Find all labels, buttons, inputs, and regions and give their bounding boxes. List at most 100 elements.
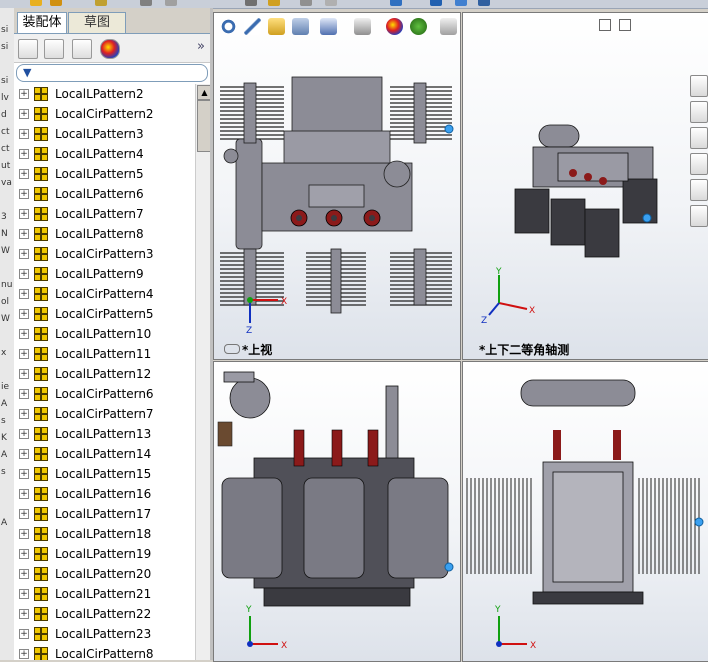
viewport-front[interactable]: X Y [213, 361, 461, 662]
expand-toggle-icon[interactable] [19, 549, 29, 559]
toolbar-icon[interactable] [430, 0, 442, 6]
expand-toggle-icon[interactable] [19, 89, 29, 99]
tree-item[interactable]: LocalLPattern19 [14, 544, 194, 564]
expand-toggle-icon[interactable] [19, 249, 29, 259]
home-icon[interactable] [690, 75, 708, 97]
tree-item[interactable]: LocalLPattern10 [14, 324, 194, 344]
expand-toggle-icon[interactable] [19, 229, 29, 239]
tree-scrollbar[interactable]: ▲ [195, 84, 210, 660]
expand-toggle-icon[interactable] [19, 529, 29, 539]
tree-item[interactable]: LocalCirPattern3 [14, 244, 194, 264]
tree-item[interactable]: LocalLPattern17 [14, 504, 194, 524]
tree-item[interactable]: LocalLPattern18 [14, 524, 194, 544]
expand-toggle-icon[interactable] [19, 489, 29, 499]
tree-item[interactable]: LocalLPattern16 [14, 484, 194, 504]
tree-item[interactable]: LocalLPattern23 [14, 624, 194, 644]
tree-item[interactable]: LocalLPattern4 [14, 144, 194, 164]
toolbar-icon[interactable] [165, 0, 177, 6]
tree-item[interactable]: LocalCirPattern6 [14, 384, 194, 404]
view-link-icon[interactable] [224, 344, 240, 354]
tree-item-label: LocalLPattern20 [55, 567, 152, 581]
expand-toggle-icon[interactable] [19, 189, 29, 199]
expand-toggle-icon[interactable] [19, 609, 29, 619]
expand-toggle-icon[interactable] [19, 269, 29, 279]
tree-item[interactable]: LocalLPattern3 [14, 124, 194, 144]
view-palette-icon[interactable] [690, 153, 708, 175]
toolbar-icon[interactable] [455, 0, 467, 6]
toolbar-icon[interactable] [95, 0, 107, 6]
toolbar-icon[interactable] [30, 0, 42, 6]
feature-tree-icon[interactable] [18, 39, 38, 59]
expand-toggle-icon[interactable] [19, 109, 29, 119]
viewport-right[interactable]: X Y [462, 361, 708, 662]
file-explorer-icon[interactable] [690, 127, 708, 149]
configuration-manager-icon[interactable] [72, 39, 92, 59]
expand-toggle-icon[interactable] [19, 149, 29, 159]
tree-item[interactable]: LocalLPattern9 [14, 264, 194, 284]
expand-toggle-icon[interactable] [19, 409, 29, 419]
expand-toggle-icon[interactable] [19, 209, 29, 219]
expand-toggle-icon[interactable] [19, 329, 29, 339]
toolbar-icon[interactable] [390, 0, 402, 6]
viewport-top[interactable]: X Z *上视 [213, 12, 461, 360]
tree-item[interactable]: LocalCirPattern4 [14, 284, 194, 304]
expand-toggle-icon[interactable] [19, 569, 29, 579]
scroll-thumb[interactable] [197, 100, 210, 152]
tree-item[interactable]: LocalLPattern14 [14, 444, 194, 464]
tree-item[interactable]: LocalLPattern7 [14, 204, 194, 224]
left-edge-text: ct [1, 127, 10, 137]
expand-toggle-icon[interactable] [19, 129, 29, 139]
tree-item[interactable]: LocalLPattern5 [14, 164, 194, 184]
tree-item[interactable]: LocalCirPattern5 [14, 304, 194, 324]
tree-item[interactable]: LocalCirPattern7 [14, 404, 194, 424]
expand-toggle-icon[interactable] [19, 469, 29, 479]
expand-panel-icon[interactable]: » [197, 39, 205, 54]
toolbar-icon[interactable] [300, 0, 312, 6]
toolbar-icon[interactable] [50, 0, 62, 6]
appearance-icon[interactable] [100, 39, 120, 59]
scroll-up-arrow-icon[interactable]: ▲ [197, 85, 210, 100]
toolbar-icon[interactable] [478, 0, 490, 6]
expand-toggle-icon[interactable] [19, 169, 29, 179]
tree-item[interactable]: LocalLPattern20 [14, 564, 194, 584]
tree-item[interactable]: LocalLPattern15 [14, 464, 194, 484]
toolbar-icon[interactable] [325, 0, 337, 6]
appearances-icon[interactable] [690, 179, 708, 201]
filter-field[interactable]: ▼ [16, 64, 208, 82]
expand-toggle-icon[interactable] [19, 429, 29, 439]
filter-icon[interactable]: ▼ [23, 66, 31, 79]
pattern-feature-icon [34, 167, 48, 181]
expand-toggle-icon[interactable] [19, 649, 29, 659]
expand-toggle-icon[interactable] [19, 309, 29, 319]
tree-item[interactable]: LocalLPattern21 [14, 584, 194, 604]
library-icon[interactable] [690, 101, 708, 123]
tree-item[interactable]: LocalLPattern22 [14, 604, 194, 624]
tree-item[interactable]: LocalLPattern11 [14, 344, 194, 364]
viewport-trimetric[interactable]: X Y Z *上下二等角轴测 [462, 12, 708, 360]
tree-item[interactable]: LocalLPattern8 [14, 224, 194, 244]
tree-item[interactable]: LocalCirPattern8 [14, 644, 194, 660]
pattern-feature-icon [34, 267, 48, 281]
tab-assembly[interactable]: 装配体 [17, 12, 67, 33]
expand-toggle-icon[interactable] [19, 589, 29, 599]
tree-item[interactable]: LocalLPattern6 [14, 184, 194, 204]
toolbar-icon[interactable] [268, 0, 280, 6]
expand-toggle-icon[interactable] [19, 509, 29, 519]
tab-sketch[interactable]: 草图 [68, 12, 126, 33]
toolbar-icon[interactable] [245, 0, 257, 6]
expand-toggle-icon[interactable] [19, 449, 29, 459]
tree-item[interactable]: LocalLPattern2 [14, 84, 194, 104]
left-edge-text [0, 59, 14, 76]
expand-toggle-icon[interactable] [19, 629, 29, 639]
tree-item[interactable]: LocalLPattern12 [14, 364, 194, 384]
expand-toggle-icon[interactable] [19, 289, 29, 299]
custom-properties-icon[interactable] [690, 205, 708, 227]
tree-item[interactable]: LocalLPattern13 [14, 424, 194, 444]
left-edge-text: si [1, 25, 9, 35]
tree-item[interactable]: LocalCirPattern2 [14, 104, 194, 124]
expand-toggle-icon[interactable] [19, 389, 29, 399]
expand-toggle-icon[interactable] [19, 369, 29, 379]
property-manager-icon[interactable] [44, 39, 64, 59]
expand-toggle-icon[interactable] [19, 349, 29, 359]
toolbar-icon[interactable] [140, 0, 152, 6]
